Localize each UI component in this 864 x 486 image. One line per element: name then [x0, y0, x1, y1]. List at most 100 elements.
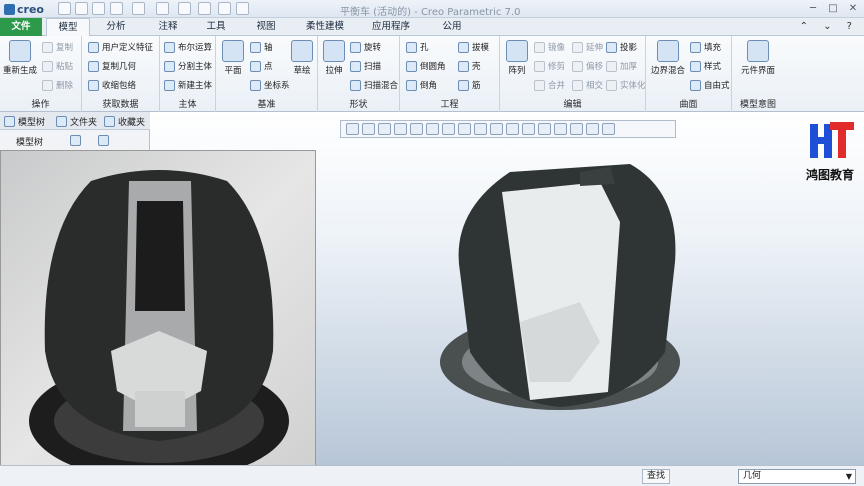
- help-controls[interactable]: ⌃ ⌄ ?: [800, 21, 858, 32]
- group-label-model-intent[interactable]: 模型意图: [732, 97, 784, 110]
- undo-icon[interactable]: [110, 2, 123, 15]
- window-title: 平衡车 (活动的) - Creo Parametric 7.0: [340, 7, 521, 18]
- plane-display-icon[interactable]: [490, 123, 503, 135]
- copy-button[interactable]: 复制: [42, 41, 73, 53]
- save-icon[interactable]: [92, 2, 105, 15]
- paste-button[interactable]: 粘贴: [42, 60, 73, 72]
- offset-button[interactable]: 偏移: [572, 60, 603, 72]
- redo-icon[interactable]: [132, 2, 145, 15]
- windows-icon[interactable]: [178, 2, 191, 15]
- paste-icon: [42, 60, 53, 72]
- refit-icon[interactable]: [346, 123, 359, 135]
- csys-display-icon[interactable]: [538, 123, 551, 135]
- zoom-out-icon[interactable]: [378, 123, 391, 135]
- open-file-icon[interactable]: [75, 2, 88, 15]
- merge-button[interactable]: 合并: [534, 79, 565, 91]
- tab-file[interactable]: 文件: [0, 18, 42, 36]
- datum-display-icon[interactable]: [474, 123, 487, 135]
- round-button[interactable]: 倒圆角: [406, 60, 446, 72]
- component-interface-label: 元件界面: [740, 66, 775, 76]
- group-label-operations[interactable]: 操作: [0, 97, 81, 110]
- fill-button[interactable]: 填充: [690, 41, 721, 53]
- tab-analysis[interactable]: 分析: [94, 18, 138, 36]
- view-manager-icon[interactable]: [442, 123, 455, 135]
- rib-button[interactable]: 筋: [458, 79, 481, 91]
- sketch-quick-icon[interactable]: [218, 2, 231, 15]
- regenerate-button[interactable]: 重新生成: [2, 40, 38, 76]
- thicken-button[interactable]: 加厚: [606, 60, 637, 72]
- boundary-blend-button[interactable]: 边界混合: [648, 40, 688, 76]
- group-label-get-data[interactable]: 获取数据: [82, 97, 159, 110]
- point-display-icon[interactable]: [522, 123, 535, 135]
- minimize-button[interactable]: ─: [806, 2, 820, 15]
- tab-flexible-modeling[interactable]: 柔性建模: [298, 18, 352, 36]
- group-label-datum[interactable]: 基准: [216, 97, 317, 110]
- revolve-button[interactable]: 旋转: [350, 41, 381, 53]
- freestyle-button[interactable]: 自由式: [690, 79, 730, 91]
- regenerate-quick-icon[interactable]: [156, 2, 169, 15]
- group-label-shapes[interactable]: 形状: [318, 97, 399, 110]
- tab-annotate[interactable]: 注释: [146, 18, 190, 36]
- zoom-in-icon[interactable]: [362, 123, 375, 135]
- group-label-surfaces[interactable]: 曲面: [646, 97, 731, 110]
- sweep-button[interactable]: 扫描: [350, 60, 381, 72]
- tree-settings-icon[interactable]: [70, 135, 81, 146]
- new-file-icon[interactable]: [58, 2, 71, 15]
- trim-button[interactable]: 修剪: [534, 60, 565, 72]
- copy-geometry-button[interactable]: 复制几何: [88, 60, 136, 72]
- delete-button[interactable]: 删除: [42, 79, 73, 91]
- boolean-button[interactable]: 布尔运算: [164, 41, 212, 53]
- tab-view[interactable]: 视图: [244, 18, 288, 36]
- split-body-button[interactable]: 分割主体: [164, 60, 212, 72]
- display-style-icon[interactable]: [410, 123, 423, 135]
- show-icon[interactable]: [98, 135, 109, 146]
- group-label-engineering[interactable]: 工程: [400, 97, 499, 110]
- group-label-editing[interactable]: 编辑: [500, 97, 645, 110]
- component-interface-button[interactable]: 元件界面: [734, 40, 782, 76]
- tab-tools[interactable]: 工具: [194, 18, 238, 36]
- find-icon[interactable]: 查找: [642, 469, 670, 484]
- tab-common[interactable]: 公用: [430, 18, 474, 36]
- shrinkwrap-button[interactable]: 收缩包络: [88, 79, 136, 91]
- tab-model[interactable]: 模型: [46, 18, 90, 36]
- solidify-button[interactable]: 实体化: [606, 79, 646, 91]
- sweep-blend-button[interactable]: 扫描混合: [350, 79, 398, 91]
- axis-button[interactable]: 轴: [250, 41, 273, 53]
- annotation-display-icon[interactable]: [570, 123, 583, 135]
- tab-folder[interactable]: 文件夹: [56, 115, 97, 128]
- maximize-button[interactable]: □: [826, 2, 840, 15]
- shell-button[interactable]: 壳: [458, 60, 481, 72]
- axis-display-icon[interactable]: [506, 123, 519, 135]
- tab-applications[interactable]: 应用程序: [364, 18, 418, 36]
- perspective-icon[interactable]: [458, 123, 471, 135]
- unicycle-3d-model[interactable]: [430, 152, 690, 422]
- draft-button[interactable]: 拔模: [458, 41, 489, 53]
- spin-center-icon[interactable]: [554, 123, 567, 135]
- customize-quick-access-icon[interactable]: [236, 2, 249, 15]
- intersect-button[interactable]: 相交: [572, 79, 603, 91]
- close-button[interactable]: ✕: [846, 2, 860, 15]
- hole-button[interactable]: 孔: [406, 41, 429, 53]
- style-button[interactable]: 样式: [690, 60, 721, 72]
- point-button[interactable]: 点: [250, 60, 273, 72]
- play-icon[interactable]: [602, 123, 615, 135]
- tab-favorites[interactable]: 收藏夹: [104, 115, 145, 128]
- tab-model-tree[interactable]: 模型树: [4, 115, 45, 128]
- extrude-button[interactable]: 拉伸: [320, 40, 348, 76]
- group-label-body[interactable]: 主体: [160, 97, 215, 110]
- csys-button[interactable]: 坐标系: [250, 79, 290, 91]
- pause-icon[interactable]: [586, 123, 599, 135]
- plane-button[interactable]: 平面: [218, 40, 248, 76]
- mirror-button[interactable]: 镜像: [534, 41, 565, 53]
- extend-button[interactable]: 延伸: [572, 41, 603, 53]
- project-button[interactable]: 投影: [606, 41, 637, 53]
- pattern-button[interactable]: 阵列: [504, 40, 530, 76]
- saved-orientations-icon[interactable]: [426, 123, 439, 135]
- new-body-button[interactable]: 新建主体: [164, 79, 212, 91]
- close-window-icon[interactable]: [198, 2, 211, 15]
- sketch-button[interactable]: 草绘: [288, 40, 316, 76]
- udf-button[interactable]: 用户定义特征: [88, 41, 153, 53]
- selection-filter-dropdown[interactable]: 几何 ▼: [738, 469, 856, 484]
- repaint-icon[interactable]: [394, 123, 407, 135]
- chamfer-button[interactable]: 倒角: [406, 79, 437, 91]
